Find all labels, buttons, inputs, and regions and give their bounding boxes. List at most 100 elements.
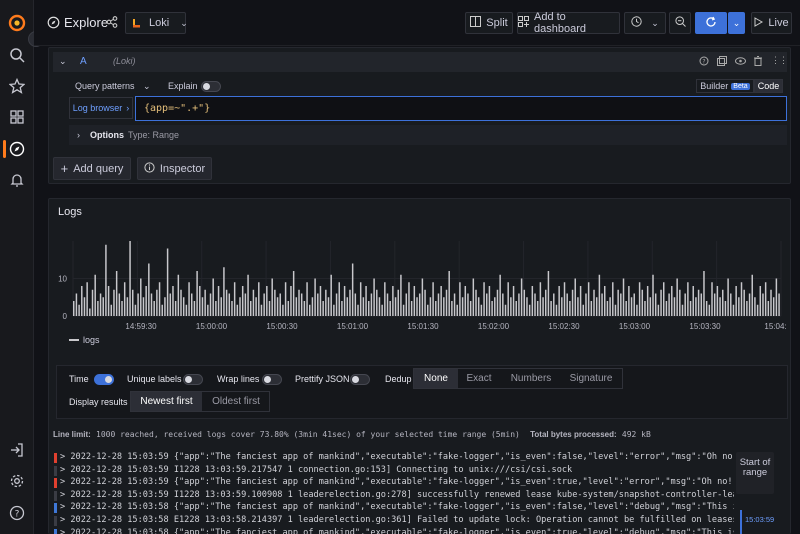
start-of-range-button[interactable]: Start of range (736, 452, 774, 494)
search-icon[interactable] (7, 45, 27, 65)
explore-compass-icon[interactable] (7, 139, 27, 159)
volume-bar (252, 289, 255, 316)
inspector-button[interactable]: Inspector (137, 157, 212, 180)
volume-bar (534, 293, 536, 316)
add-query-button[interactable]: + Add query (53, 157, 131, 180)
unique-labels-toggle[interactable] (183, 374, 203, 385)
volume-bar (134, 304, 137, 316)
order-option-oldest[interactable]: Oldest first (203, 392, 269, 411)
volume-bar (539, 282, 542, 316)
split-button[interactable]: Split (465, 12, 513, 34)
dashboards-icon[interactable] (7, 107, 27, 127)
dedup-option-exact[interactable]: Exact (459, 369, 499, 388)
volume-bar (531, 286, 534, 316)
volume-bar (386, 293, 389, 316)
dedup-option-signature[interactable]: Signature (562, 369, 620, 388)
time-label: Time (69, 374, 89, 384)
help-icon[interactable]: ? (699, 56, 709, 69)
query-input[interactable]: {app=~".+"} (135, 96, 787, 121)
log-row[interactable]: > 2022-12-28 15:03:58 {"app":"The fancie… (54, 528, 734, 534)
logs-meta: Line limit: 1000 reached, received logs … (53, 430, 651, 439)
star-icon[interactable] (7, 76, 27, 96)
volume-bar (212, 278, 214, 316)
legend-label[interactable]: logs (83, 335, 100, 345)
volume-bar (223, 267, 225, 316)
volume-bar (86, 282, 88, 316)
refresh-button[interactable] (695, 12, 727, 34)
volume-bar (649, 297, 652, 316)
info-icon (144, 161, 155, 176)
volume-bar (110, 304, 113, 316)
time-picker-button[interactable]: ⌄ (624, 12, 666, 34)
volume-bar (384, 282, 386, 316)
volume-bar (443, 297, 445, 316)
log-row[interactable]: > 2022-12-28 15:03:59 {"app":"The fancie… (54, 477, 734, 489)
volume-bar (381, 304, 383, 316)
volume-bar (743, 289, 745, 316)
log-browser-button[interactable]: Log browser › (69, 97, 133, 119)
help-icon[interactable]: ? (7, 503, 27, 523)
volume-bar (668, 293, 670, 316)
options-label: Options (90, 130, 124, 140)
dedup-option-none[interactable]: None (414, 369, 458, 388)
datasource-picker[interactable]: Loki ⌄ (125, 12, 188, 34)
log-row[interactable]: > 2022-12-28 15:03:59 I1228 13:03:59.100… (54, 490, 734, 502)
share-icon[interactable] (106, 16, 118, 31)
volume-bar (153, 301, 155, 316)
query-patterns-dropdown[interactable]: Query patterns ⌄ (75, 81, 151, 92)
refresh-interval-dropdown[interactable]: ⌄ (728, 12, 745, 34)
volume-bar (445, 289, 448, 316)
log-row[interactable]: > 2022-12-28 15:03:58 {"app":"The fancie… (54, 502, 734, 514)
log-level-indicator (54, 453, 57, 463)
volume-bar (646, 286, 649, 316)
x-tick-label: 14:59:30 (125, 322, 157, 331)
unique-labels-label: Unique labels (127, 374, 182, 384)
explain-toggle[interactable] (201, 81, 221, 92)
logs-volume-chart[interactable]: 0 10 14:59:30 15:00:00 15:00:30 15:01:00 15:01… (49, 239, 787, 349)
wrap-lines-toggle[interactable] (262, 374, 282, 385)
range-timestamp: 15:03:59 (745, 515, 775, 524)
prettify-json-toggle[interactable] (350, 374, 370, 385)
collapse-query-icon[interactable]: ⌄ (59, 56, 67, 67)
volume-bar (193, 301, 196, 316)
volume-bar (148, 263, 150, 316)
log-row[interactable]: > 2022-12-28 15:03:58 E1228 13:03:58.214… (54, 515, 734, 527)
volume-bar (735, 286, 737, 316)
log-row[interactable]: > 2022-12-28 15:03:59 I1228 13:03:59.217… (54, 465, 734, 477)
trash-icon[interactable] (753, 56, 763, 69)
time-toggle[interactable] (94, 374, 114, 385)
zoom-out-button[interactable] (669, 12, 691, 34)
query-letter[interactable]: A (80, 56, 87, 67)
code-mode-button[interactable]: Code (754, 79, 783, 93)
volume-bar (628, 286, 630, 316)
volume-bar (590, 301, 593, 316)
volume-bar (520, 278, 523, 316)
volume-bar (370, 293, 373, 316)
bytes-processed-label: Total bytes processed: (530, 430, 617, 439)
order-option-newest[interactable]: Newest first (131, 392, 202, 411)
dedup-option-numbers[interactable]: Numbers (503, 369, 559, 388)
refresh-icon (705, 16, 717, 31)
volume-bar (679, 289, 681, 316)
volume-bar (499, 274, 501, 316)
duplicate-icon[interactable] (717, 56, 727, 69)
volume-bar (416, 297, 418, 316)
grafana-logo-icon[interactable] (7, 13, 27, 33)
volume-bar (97, 301, 99, 316)
builder-mode-button[interactable]: Builder Beta (696, 79, 754, 93)
bell-icon[interactable] (7, 170, 27, 190)
volume-bar (150, 293, 153, 316)
add-to-dashboard-button[interactable]: Add to dashboard (517, 11, 620, 35)
inspector-label: Inspector (159, 162, 206, 175)
sign-in-icon[interactable] (7, 440, 27, 460)
volume-bar (695, 297, 697, 316)
live-button[interactable]: Live (751, 12, 792, 34)
log-row[interactable]: > 2022-12-28 15:03:59 {"app":"The fancie… (54, 452, 734, 464)
eye-icon[interactable] (735, 56, 746, 69)
chevron-down-icon: ⌄ (180, 17, 188, 28)
volume-bar (609, 297, 611, 316)
volume-bar (542, 297, 544, 316)
gear-icon[interactable] (7, 471, 27, 491)
drag-handle-icon[interactable]: ⋮⋮ (771, 55, 788, 66)
volume-bar (528, 304, 531, 316)
